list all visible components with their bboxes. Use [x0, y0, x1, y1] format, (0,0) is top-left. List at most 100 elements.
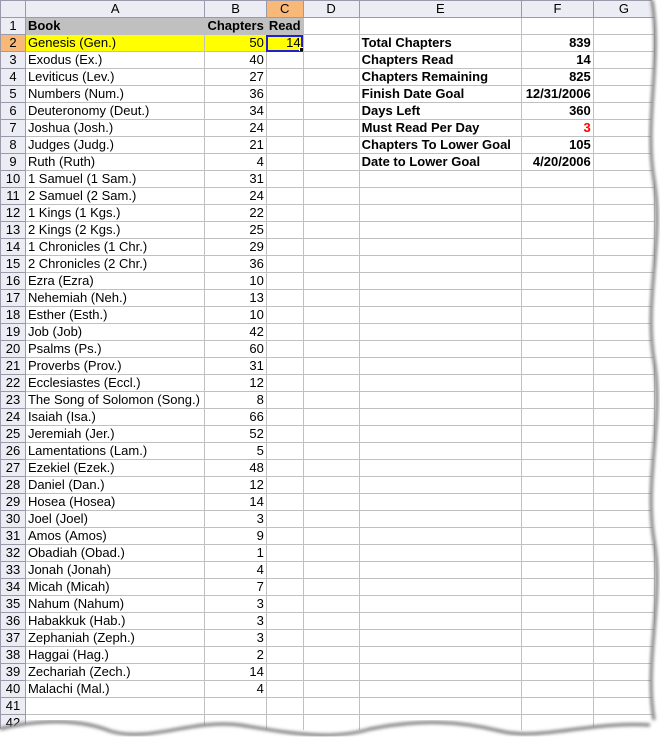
- cell-chapters[interactable]: 13: [204, 289, 267, 307]
- cell-d[interactable]: [302, 442, 360, 460]
- cell-book-name[interactable]: Nahum (Nahum): [24, 595, 206, 613]
- cell-d[interactable]: [302, 221, 360, 239]
- cell-e[interactable]: [358, 527, 523, 545]
- cell-read[interactable]: [265, 187, 304, 205]
- cell-f[interactable]: [521, 476, 594, 494]
- cell-f[interactable]: [521, 544, 594, 562]
- cell-chapters[interactable]: 40: [204, 51, 267, 69]
- cell-book-name[interactable]: 2 Kings (2 Kgs.): [24, 221, 206, 239]
- summary-value[interactable]: 839: [521, 34, 594, 52]
- row-header-6[interactable]: 6: [0, 102, 26, 120]
- cell-d[interactable]: [302, 85, 360, 103]
- cell-read-header[interactable]: Read: [265, 17, 304, 35]
- cell-read[interactable]: [265, 510, 304, 528]
- cell-d[interactable]: [302, 374, 360, 392]
- cell-book-name[interactable]: Job (Job): [24, 323, 206, 341]
- cell-d[interactable]: [302, 629, 360, 647]
- row-header-10[interactable]: 10: [0, 170, 26, 188]
- summary-value[interactable]: 825: [521, 68, 594, 86]
- cell-e[interactable]: [358, 272, 523, 290]
- cell-f[interactable]: [521, 323, 594, 341]
- cell-book-name[interactable]: 2 Samuel (2 Sam.): [24, 187, 206, 205]
- cell-f[interactable]: [521, 357, 594, 375]
- cell-book-name[interactable]: Ruth (Ruth): [24, 153, 206, 171]
- fill-handle[interactable]: [298, 47, 303, 51]
- cell-read[interactable]: [265, 476, 304, 494]
- cell-book-header[interactable]: Book: [24, 17, 206, 35]
- summary-label[interactable]: Chapters To Lower Goal: [358, 136, 523, 154]
- cell-chapters[interactable]: 42: [204, 323, 267, 341]
- cell-e[interactable]: [358, 595, 523, 613]
- cell-book-name[interactable]: Proverbs (Prov.): [24, 357, 206, 375]
- cell-d[interactable]: [302, 119, 360, 137]
- cell-e[interactable]: [358, 493, 523, 511]
- cell-book-name[interactable]: Judges (Judg.): [24, 136, 206, 154]
- select-all-corner[interactable]: [0, 0, 26, 18]
- cell-f[interactable]: [521, 272, 594, 290]
- row-header-36[interactable]: 36: [0, 612, 26, 630]
- cell-e[interactable]: [358, 663, 523, 681]
- cell-d[interactable]: [302, 493, 360, 511]
- cell-d[interactable]: [302, 663, 360, 681]
- cell-empty[interactable]: [204, 697, 267, 715]
- cell-e[interactable]: [358, 306, 523, 324]
- cell-f[interactable]: [521, 391, 594, 409]
- cell-e[interactable]: [358, 187, 523, 205]
- summary-label[interactable]: Must Read Per Day: [358, 119, 523, 137]
- cell-chapters[interactable]: 7: [204, 578, 267, 596]
- row-header-3[interactable]: 3: [0, 51, 26, 69]
- summary-value[interactable]: 14: [521, 51, 594, 69]
- cell-e[interactable]: [358, 408, 523, 426]
- cell-read[interactable]: [265, 663, 304, 681]
- cell-e[interactable]: [358, 442, 523, 460]
- cell-chapters[interactable]: 3: [204, 629, 267, 647]
- cell-read[interactable]: [265, 153, 304, 171]
- cell-f[interactable]: [521, 629, 594, 647]
- cell-empty[interactable]: [358, 697, 523, 715]
- cell-d[interactable]: [302, 408, 360, 426]
- cell-book-name[interactable]: Amos (Amos): [24, 527, 206, 545]
- cell-book-name[interactable]: Ecclesiastes (Eccl.): [24, 374, 206, 392]
- cell-chapters[interactable]: 12: [204, 374, 267, 392]
- cell-read[interactable]: [265, 442, 304, 460]
- cell-chapters[interactable]: 36: [204, 85, 267, 103]
- cell-read[interactable]: [265, 289, 304, 307]
- cell-book-name[interactable]: Joel (Joel): [24, 510, 206, 528]
- summary-label[interactable]: Finish Date Goal: [358, 85, 523, 103]
- cell-d[interactable]: [302, 425, 360, 443]
- cell-e[interactable]: [358, 238, 523, 256]
- cell-read[interactable]: [265, 340, 304, 358]
- cell-chapters[interactable]: 21: [204, 136, 267, 154]
- cell-f[interactable]: [521, 374, 594, 392]
- cell-d[interactable]: [302, 680, 360, 698]
- cell-chapters[interactable]: 24: [204, 119, 267, 137]
- cell-chapters[interactable]: 22: [204, 204, 267, 222]
- cell-f[interactable]: [521, 578, 594, 596]
- cell-chapters[interactable]: 5: [204, 442, 267, 460]
- cell-d[interactable]: [302, 289, 360, 307]
- cell-d[interactable]: [302, 357, 360, 375]
- cell-chapters[interactable]: 1: [204, 544, 267, 562]
- cell-book-name[interactable]: Jeremiah (Jer.): [24, 425, 206, 443]
- cell-d[interactable]: [302, 595, 360, 613]
- row-header-1[interactable]: 1: [0, 17, 26, 35]
- cell-e[interactable]: [358, 221, 523, 239]
- cell-read[interactable]: [265, 221, 304, 239]
- cell-read[interactable]: [265, 170, 304, 188]
- cell-d[interactable]: [302, 306, 360, 324]
- cell-book-name[interactable]: Ezra (Ezra): [24, 272, 206, 290]
- cell-book-name[interactable]: 1 Chronicles (1 Chr.): [24, 238, 206, 256]
- cell-read[interactable]: [265, 629, 304, 647]
- cell-book-name[interactable]: 2 Chronicles (2 Chr.): [24, 255, 206, 273]
- cell-book-name[interactable]: 1 Kings (1 Kgs.): [24, 204, 206, 222]
- row-header-8[interactable]: 8: [0, 136, 26, 154]
- summary-label[interactable]: Days Left: [358, 102, 523, 120]
- cell-book-name[interactable]: Habakkuk (Hab.): [24, 612, 206, 630]
- cell-d1[interactable]: [302, 17, 360, 35]
- cell-read[interactable]: [265, 68, 304, 86]
- row-header-31[interactable]: 31: [0, 527, 26, 545]
- cell-f[interactable]: [521, 459, 594, 477]
- cell-read[interactable]: [265, 357, 304, 375]
- cell-f[interactable]: [521, 510, 594, 528]
- cell-read[interactable]: [265, 493, 304, 511]
